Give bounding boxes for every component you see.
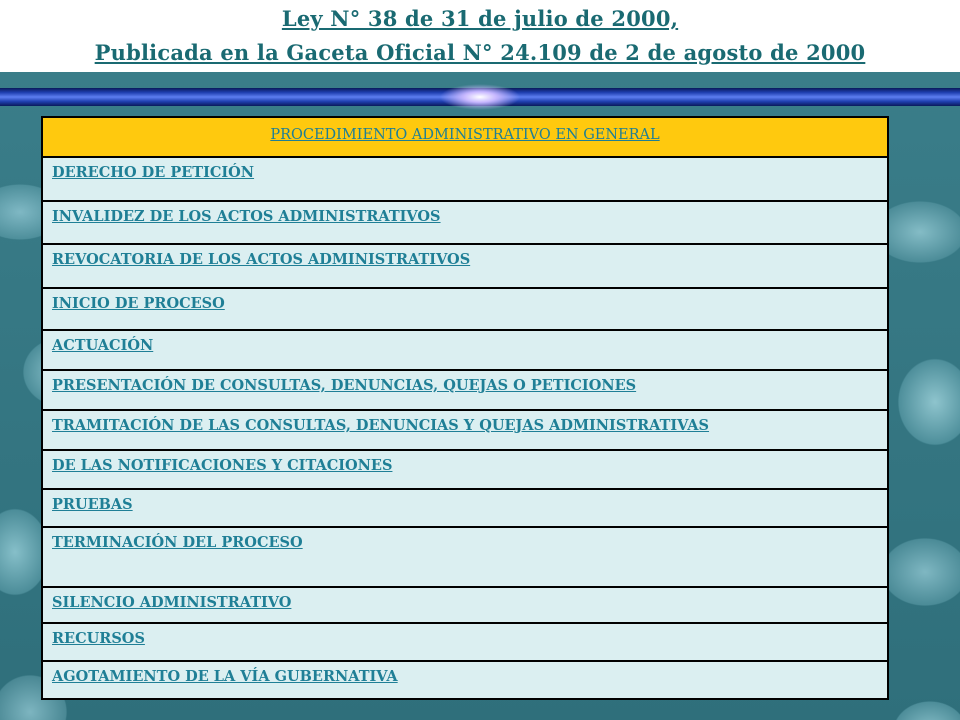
link-agotamiento[interactable]: AGOTAMIENTO DE LA VÍA GUBERNATIVA: [52, 668, 398, 685]
table-row: DE LAS NOTIFICACIONES Y CITACIONES: [43, 451, 887, 490]
link-presentacion[interactable]: PRESENTACIÓN DE CONSULTAS, DENUNCIAS, QU…: [52, 377, 636, 394]
link-notificaciones[interactable]: DE LAS NOTIFICACIONES Y CITACIONES: [52, 457, 392, 474]
link-actuacion[interactable]: ACTUACIÓN: [52, 337, 153, 354]
page-header: Ley N° 38 de 31 de julio de 2000, Public…: [0, 0, 960, 72]
link-recursos[interactable]: RECURSOS: [52, 630, 145, 647]
table-heading-row: PROCEDIMIENTO ADMINISTRATIVO EN GENERAL: [43, 118, 887, 158]
table-row: INICIO DE PROCESO: [43, 289, 887, 331]
table-row: DERECHO DE PETICIÓN: [43, 158, 887, 202]
table-row: ACTUACIÓN: [43, 331, 887, 371]
table-row: PRUEBAS: [43, 490, 887, 528]
table-row: RECURSOS: [43, 624, 887, 662]
page-subtitle: Publicada en la Gaceta Oficial N° 24.109…: [94, 40, 866, 65]
table-row: SILENCIO ADMINISTRATIVO: [43, 588, 887, 624]
link-inicio-de-proceso[interactable]: INICIO DE PROCESO: [52, 295, 225, 312]
link-silencio[interactable]: SILENCIO ADMINISTRATIVO: [52, 594, 291, 611]
table-row: INVALIDEZ DE LOS ACTOS ADMINISTRATIVOS: [43, 202, 887, 245]
table-row: AGOTAMIENTO DE LA VÍA GUBERNATIVA: [43, 662, 887, 698]
divider-glow: [440, 84, 520, 110]
link-terminacion[interactable]: TERMINACIÓN DEL PROCESO: [52, 534, 303, 551]
link-tramitacion[interactable]: TRAMITACIÓN DE LAS CONSULTAS, DENUNCIAS …: [52, 417, 709, 434]
table-row: TERMINACIÓN DEL PROCESO: [43, 528, 887, 588]
link-revocatoria[interactable]: REVOCATORIA DE LOS ACTOS ADMINISTRATIVOS: [52, 251, 470, 268]
heading-link[interactable]: PROCEDIMIENTO ADMINISTRATIVO EN GENERAL: [270, 127, 659, 143]
table-row: PRESENTACIÓN DE CONSULTAS, DENUNCIAS, QU…: [43, 371, 887, 411]
link-derecho-de-peticion[interactable]: DERECHO DE PETICIÓN: [52, 164, 254, 181]
link-invalidez[interactable]: INVALIDEZ DE LOS ACTOS ADMINISTRATIVOS: [52, 208, 441, 225]
table-row: TRAMITACIÓN DE LAS CONSULTAS, DENUNCIAS …: [43, 411, 887, 451]
table-row: REVOCATORIA DE LOS ACTOS ADMINISTRATIVOS: [43, 245, 887, 289]
page-title: Ley N° 38 de 31 de julio de 2000,: [281, 6, 679, 31]
link-pruebas[interactable]: PRUEBAS: [52, 496, 133, 513]
contents-table: PROCEDIMIENTO ADMINISTRATIVO EN GENERAL …: [41, 116, 889, 700]
